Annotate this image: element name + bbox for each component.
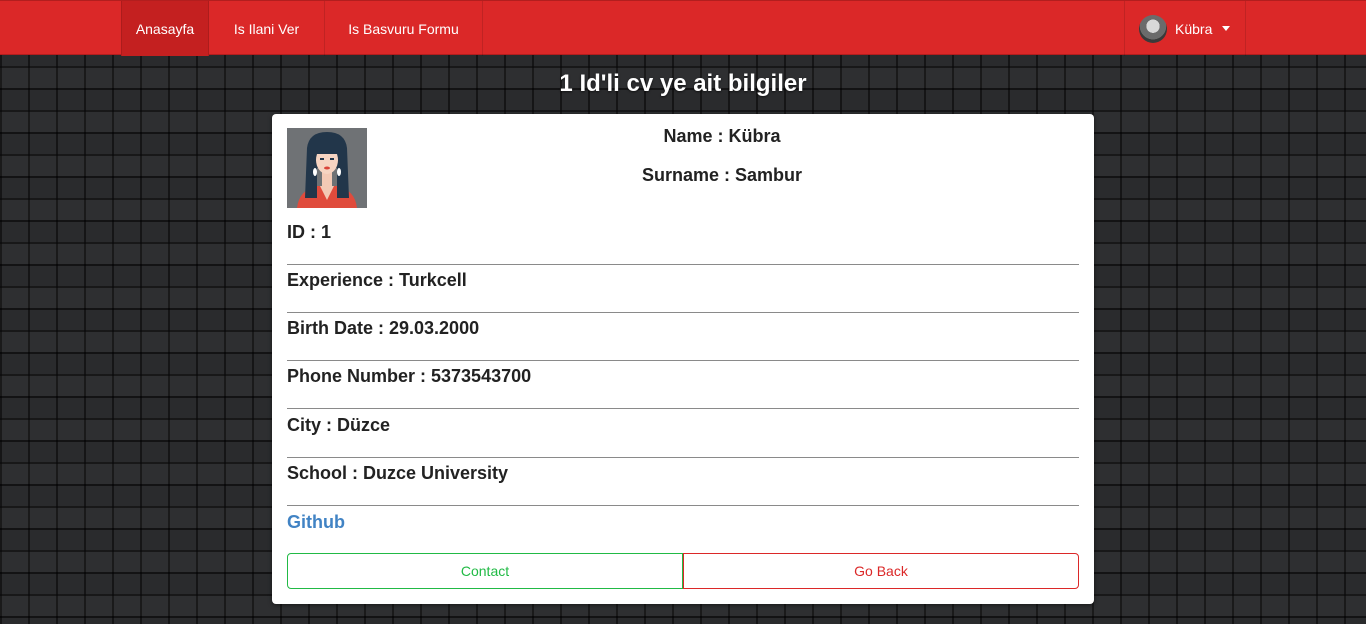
contact-button[interactable]: Contact	[287, 553, 683, 589]
cv-id: ID : 1	[287, 222, 332, 242]
cv-name: Name : Kübra	[663, 126, 781, 146]
nav-item-label: Anasayfa	[135, 20, 195, 37]
cv-card: Name : Kübra Surname : Sambur ID : 1 Exp…	[272, 114, 1094, 604]
cv-school: School : Duzce University	[287, 463, 509, 483]
nav-item-is-ilani-ver[interactable]: Is Ilani Ver	[209, 1, 325, 56]
divider	[287, 360, 1079, 361]
divider	[287, 264, 1079, 265]
top-navbar: Anasayfa Is Ilani Ver Is Basvuru Formu K…	[0, 0, 1366, 56]
caret-down-icon	[1222, 26, 1231, 31]
nav-item-label: Is Basvuru Formu	[348, 20, 459, 37]
nav-item-label: Is Ilani Ver	[233, 20, 300, 37]
cv-city: City : Düzce	[287, 415, 391, 435]
woman-avatar-icon	[287, 128, 367, 208]
divider	[287, 457, 1079, 458]
cv-surname: Surname : Sambur	[641, 165, 803, 185]
user-avatar-icon	[1139, 14, 1167, 43]
nav-item-is-basvuru-formu[interactable]: Is Basvuru Formu	[325, 1, 483, 56]
divider	[287, 505, 1079, 506]
user-name: Kübra	[1175, 20, 1213, 37]
divider	[287, 408, 1079, 409]
github-link[interactable]: Github	[287, 512, 345, 533]
cv-birth-date: Birth Date : 29.03.2000	[287, 318, 480, 338]
nav-item-anasayfa[interactable]: Anasayfa	[121, 1, 209, 56]
page-title: 1 Id'li cv ye ait bilgiler	[559, 70, 807, 97]
cv-phone-number: Phone Number : 5373543700	[287, 366, 532, 386]
user-menu-dropdown[interactable]: Kübra	[1124, 1, 1246, 56]
divider	[287, 312, 1079, 313]
go-back-button[interactable]: Go Back	[683, 553, 1079, 589]
cv-experience: Experience : Turkcell	[287, 270, 467, 290]
